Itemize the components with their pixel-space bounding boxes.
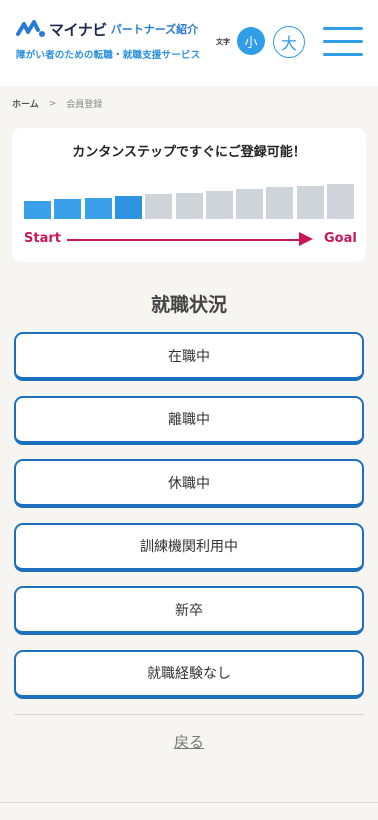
progress-step-4 (114, 195, 142, 219)
progress-arrow-line (67, 239, 299, 241)
font-size-large-button[interactable]: 大 (273, 26, 305, 58)
progress-step-6 (175, 192, 203, 219)
hamburger-menu-icon[interactable] (323, 27, 363, 57)
employment-status-options: 在職中 離職中 休職中 訓練機関利用中 新卒 就職経験なし (14, 332, 364, 713)
option-unemployed-button[interactable]: 離職中 (14, 395, 364, 445)
option-in-training-button[interactable]: 訓練機関利用中 (14, 522, 364, 572)
progress-card: カンタンステップですぐにご登録可能！ Start Goal (12, 128, 366, 262)
breadcrumb-home-link[interactable]: ホーム (12, 97, 39, 110)
progress-step-7 (205, 190, 233, 219)
breadcrumb-separator: > (48, 98, 57, 109)
font-size-label: 文字 (216, 38, 230, 46)
tagline: 障がい者のための転職・就職支援サービス (16, 50, 201, 61)
option-employed-button[interactable]: 在職中 (14, 332, 364, 381)
mynavi-logo-icon (16, 20, 45, 37)
progress-step-5 (145, 194, 173, 219)
logo[interactable]: マイナビ パートナーズ紹介 (16, 18, 198, 40)
progress-step-8 (236, 189, 264, 219)
site-header: マイナビ パートナーズ紹介 障がい者のための転職・就職支援サービス 文字 小 大 (0, 0, 378, 86)
progress-step-1 (24, 201, 51, 219)
arrow-right-icon (299, 232, 313, 246)
option-no-experience-button[interactable]: 就職経験なし (14, 649, 364, 699)
breadcrumb-current: 会員登録 (66, 100, 103, 110)
section-heading: 就職状況 (150, 294, 227, 316)
option-new-graduate-button[interactable]: 新卒 (14, 586, 364, 635)
logo-brand: マイナビ (49, 20, 107, 39)
footer-divider (0, 802, 378, 803)
breadcrumb: ホーム > 会員登録 (12, 97, 103, 111)
progress-step-9 (266, 187, 294, 219)
progress-step-2 (54, 199, 82, 219)
back-link[interactable]: 戻る (0, 731, 378, 752)
divider (14, 714, 364, 715)
progress-step-3 (84, 197, 112, 219)
start-label: Start (24, 231, 61, 246)
option-on-leave-button[interactable]: 休職中 (14, 459, 364, 508)
goal-label: Goal (324, 231, 357, 246)
progress-step-10 (296, 185, 324, 219)
font-size-small-button[interactable]: 小 (237, 27, 265, 55)
logo-subtitle: パートナーズ紹介 (110, 23, 199, 36)
progress-step-11 (327, 184, 354, 219)
